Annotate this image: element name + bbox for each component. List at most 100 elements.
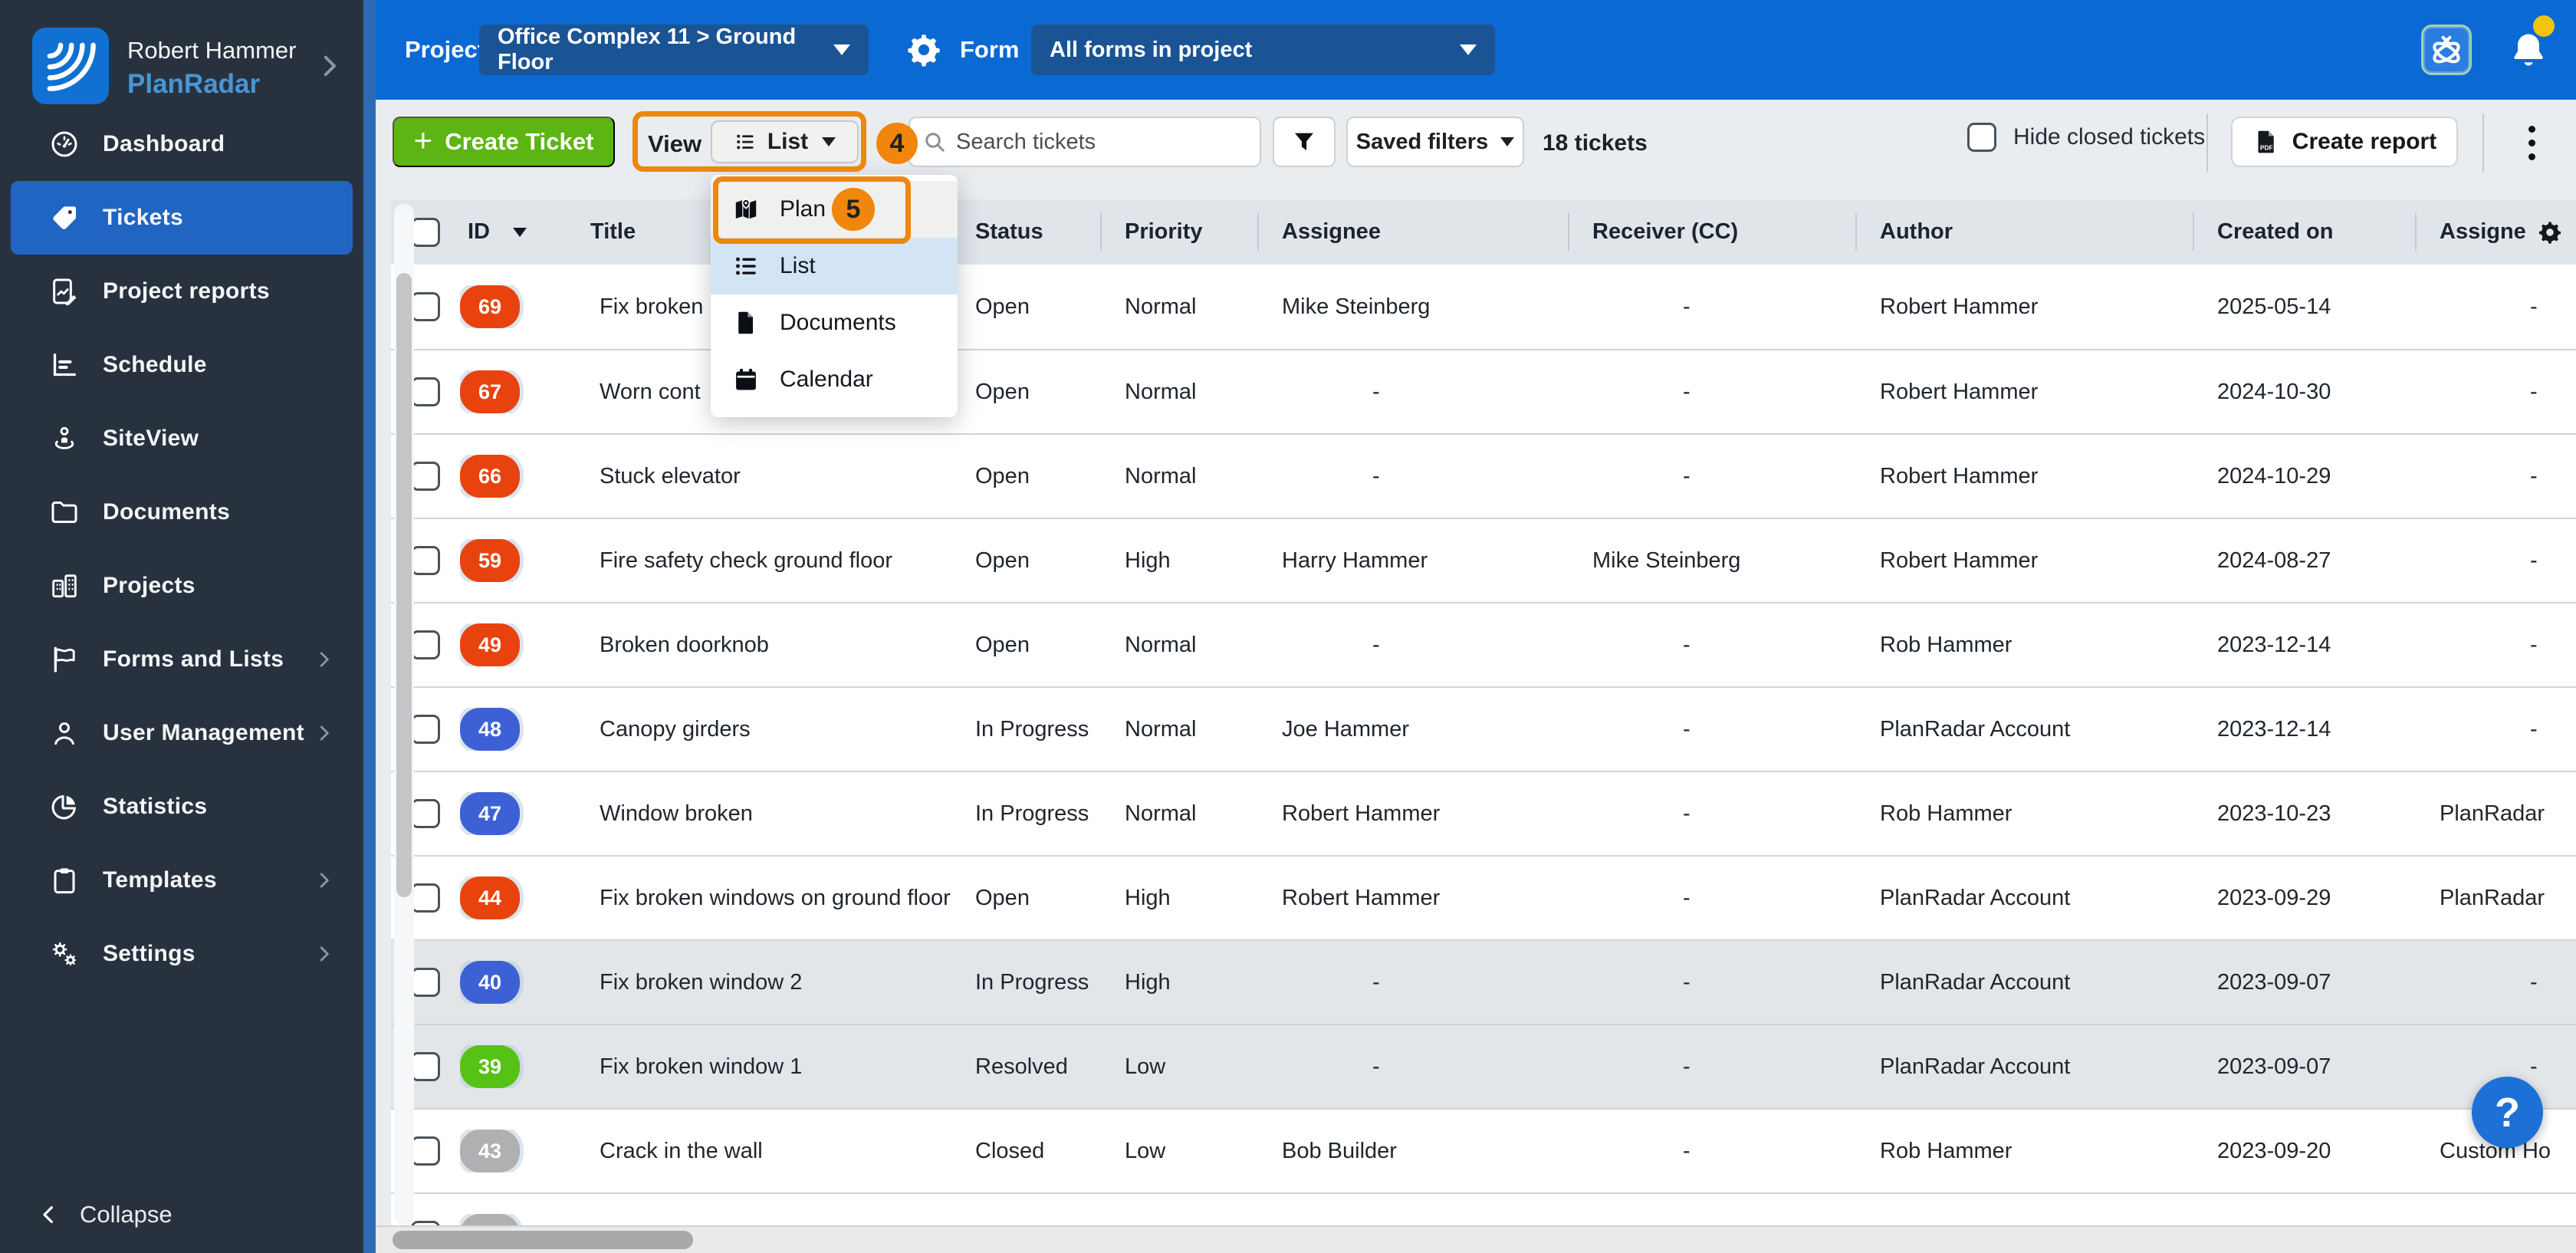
project-settings-gear-icon[interactable] (905, 31, 943, 69)
ticket-id-cell: 48 (460, 708, 575, 751)
column-settings-gear-icon[interactable] (2537, 219, 2563, 245)
sidebar-item-projects[interactable]: Projects (11, 549, 353, 623)
table-row-39[interactable]: 39Fix broken window 1ResolvedLow--PlanRa… (391, 1024, 2576, 1108)
chevron-right-icon (314, 650, 334, 669)
ticket-extra: PlanRadar (2415, 886, 2576, 911)
ticket-priority: Normal (1100, 717, 1257, 742)
notification-dot (2533, 15, 2555, 37)
sidebar-item-siteview[interactable]: SiteView (11, 402, 353, 475)
view-menu-item-calendar[interactable]: Calendar (711, 351, 958, 408)
help-button[interactable]: ? (2472, 1077, 2543, 1148)
ticket-receiver: - (1568, 801, 1855, 827)
table-row-66[interactable]: 66Stuck elevatorOpenNormal--Robert Hamme… (391, 433, 2576, 518)
collapse-label: Collapse (80, 1201, 172, 1228)
view-mode-dropdown-button[interactable]: List (711, 120, 859, 163)
ticket-status: Open (951, 464, 1100, 489)
view-menu-item-plan[interactable]: Plan5 (711, 181, 958, 238)
filter-funnel-button[interactable] (1273, 117, 1336, 167)
hide-closed-label: Hide closed tickets (2013, 124, 2205, 150)
ticket-receiver: - (1568, 464, 1855, 489)
sidebar-menu: DashboardTicketsProject reportsScheduleS… (0, 107, 363, 991)
ticket-id-cell: 40 (460, 961, 575, 1004)
header-id[interactable]: ID (460, 199, 575, 265)
row-checkbox[interactable] (411, 715, 440, 744)
row-checkbox[interactable] (411, 883, 440, 913)
ticket-status: In Progress (951, 717, 1100, 742)
chevron-down-icon (833, 44, 850, 55)
ticket-extra: - (2415, 380, 2576, 405)
select-all-checkbox[interactable] (411, 218, 440, 247)
toolbar-divider (2482, 113, 2484, 172)
sidebar-expand-chevron-icon[interactable] (313, 44, 347, 87)
ticket-id-badge: 48 (460, 708, 520, 751)
row-checkbox[interactable] (411, 462, 440, 491)
table-row-47[interactable]: 47Window brokenIn ProgressNormalRobert H… (391, 771, 2576, 855)
pdf-report-icon (2252, 128, 2280, 156)
table-row-49[interactable]: 49Broken doorknobOpenNormal--Rob Hammer2… (391, 602, 2576, 686)
form-select[interactable]: All forms in project (1031, 25, 1495, 75)
project-select[interactable]: Office Complex 11 > Ground Floor (479, 25, 869, 75)
header-assignee-custom[interactable]: Assigne (2415, 199, 2576, 265)
create-ticket-button[interactable]: + Create Ticket (393, 117, 615, 167)
table-row-44[interactable]: 44Fix broken windows on ground floorOpen… (391, 855, 2576, 939)
annotation-badge-5: 5 (832, 188, 875, 231)
ticket-assignee: - (1257, 464, 1568, 489)
search-input[interactable] (956, 130, 1247, 155)
person-icon (49, 718, 80, 748)
siteview-icon (49, 423, 80, 454)
table-row-partial[interactable] (391, 1192, 2576, 1225)
ticket-extra: PlanRadar (2415, 801, 2576, 827)
header-priority[interactable]: Priority (1100, 199, 1257, 265)
company-name: PlanRadar (127, 69, 260, 100)
ticket-id-badge: 44 (460, 876, 520, 919)
ticket-id-cell: 44 (460, 876, 575, 919)
ticket-assignee: - (1257, 1054, 1568, 1080)
row-checkbox[interactable] (411, 1052, 440, 1081)
header-receiver[interactable]: Receiver (CC) (1568, 199, 1855, 265)
row-checkbox[interactable] (411, 377, 440, 406)
ticket-created-on: 2023-09-07 (2193, 1054, 2415, 1080)
funnel-icon (1291, 129, 1317, 155)
saved-filters-dropdown[interactable]: Saved filters (1346, 117, 1524, 167)
table-row-40[interactable]: 40Fix broken window 2In ProgressHigh--Pl… (391, 939, 2576, 1024)
sidebar-item-settings[interactable]: Settings (11, 917, 353, 991)
more-options-kebab-icon[interactable] (2516, 121, 2547, 164)
row-checkbox[interactable] (411, 968, 440, 997)
create-report-button[interactable]: Create report (2231, 117, 2458, 167)
sidebar-item-forms-and-lists[interactable]: Forms and Lists (11, 623, 353, 696)
ticket-priority: Normal (1100, 294, 1257, 320)
view-menu-item-list[interactable]: List (711, 238, 958, 294)
header-author[interactable]: Author (1855, 199, 2193, 265)
header-status[interactable]: Status (951, 199, 1100, 265)
ticket-count: 18 tickets (1543, 130, 1648, 156)
sidebar-item-tickets[interactable]: Tickets (11, 181, 353, 255)
row-checkbox[interactable] (411, 799, 440, 828)
header-created-on[interactable]: Created on (2193, 199, 2415, 265)
sidebar-item-schedule[interactable]: Schedule (11, 328, 353, 402)
sidebar-item-project-reports[interactable]: Project reports (11, 255, 353, 328)
table-row-48[interactable]: 48Canopy girdersIn ProgressNormalJoe Ham… (391, 686, 2576, 771)
sidebar-item-statistics[interactable]: Statistics (11, 770, 353, 844)
table-row-43[interactable]: 43Crack in the wallClosedLowBob Builder-… (391, 1108, 2576, 1192)
create-ticket-label: Create Ticket (445, 128, 593, 156)
header-assignee[interactable]: Assignee (1257, 199, 1568, 265)
hide-closed-tickets-toggle[interactable]: Hide closed tickets (1967, 123, 2205, 152)
view-menu-item-documents[interactable]: Documents (711, 294, 958, 351)
vertical-scrollbar-thumb[interactable] (396, 273, 412, 897)
table-row-59[interactable]: 59Fire safety check ground floorOpenHigh… (391, 518, 2576, 602)
row-checkbox[interactable] (411, 546, 440, 575)
sidebar-item-templates[interactable]: Templates (11, 844, 353, 917)
hide-closed-checkbox[interactable] (1967, 123, 1996, 152)
ticket-receiver: - (1568, 1054, 1855, 1080)
row-checkbox[interactable] (411, 630, 440, 659)
horizontal-scrollbar-thumb[interactable] (393, 1231, 693, 1249)
sidebar-item-documents[interactable]: Documents (11, 475, 353, 549)
sidebar-collapse-button[interactable]: Collapse (37, 1201, 172, 1228)
connect-app-icon[interactable] (2421, 25, 2472, 75)
sidebar-item-user-management[interactable]: User Management (11, 696, 353, 770)
ticket-receiver: - (1568, 970, 1855, 995)
ticket-receiver: - (1568, 1139, 1855, 1164)
sidebar-item-dashboard[interactable]: Dashboard (11, 107, 353, 181)
row-checkbox[interactable] (411, 292, 440, 321)
row-checkbox[interactable] (411, 1136, 440, 1166)
